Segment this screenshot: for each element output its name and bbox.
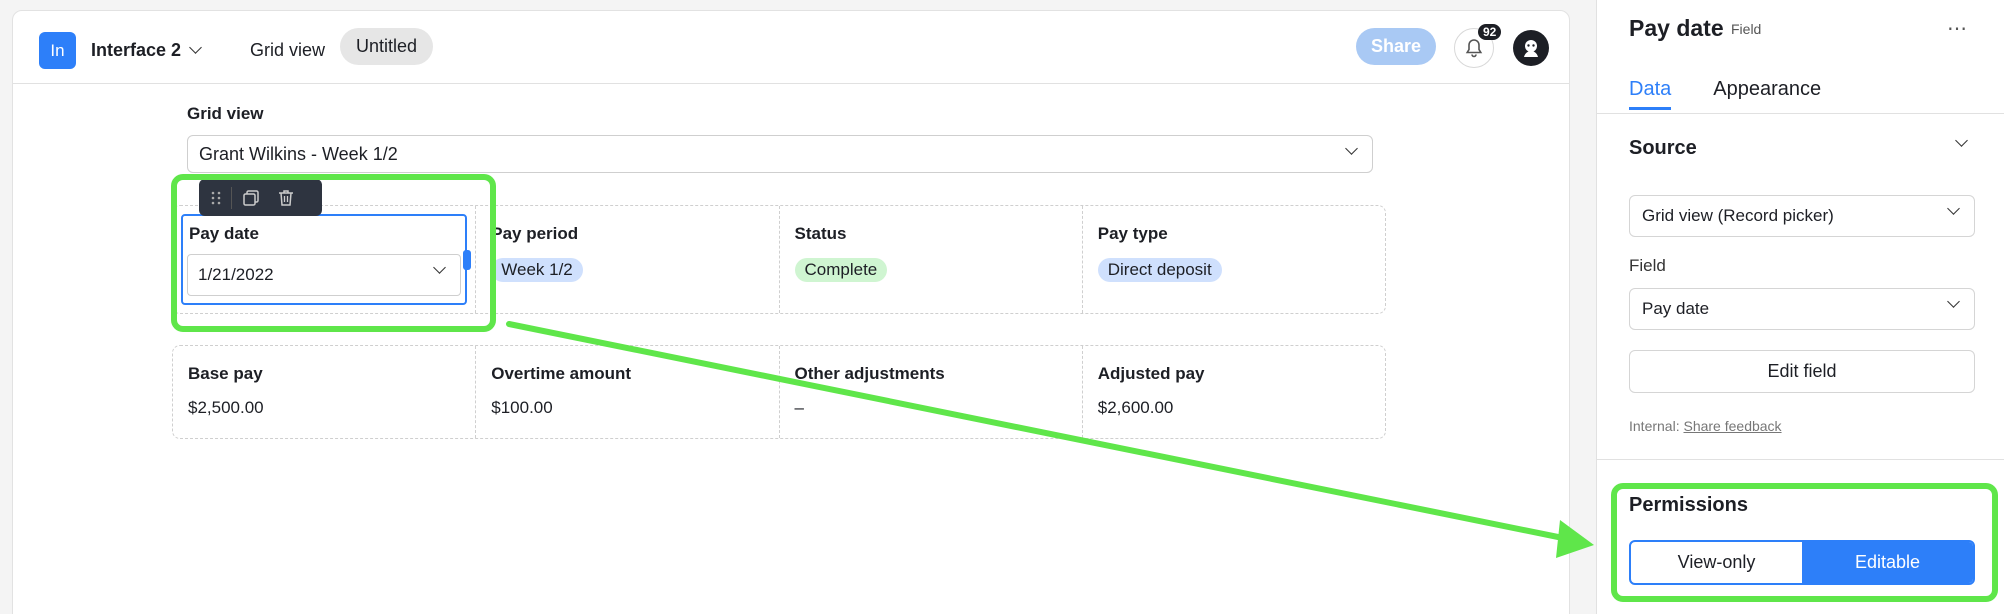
interface-name: Interface 2: [91, 39, 182, 60]
avatar[interactable]: [1513, 30, 1549, 66]
chevron-down-icon: [1947, 202, 1960, 215]
field-select-value: Pay date: [1642, 299, 1710, 318]
source-section-title: Source: [1629, 137, 1697, 159]
chevron-down-icon: [189, 40, 202, 54]
field-label: Field: [1629, 256, 1666, 275]
bell-icon: [1465, 39, 1483, 58]
notification-badge: 92: [1478, 24, 1502, 40]
element-toolbar: [199, 179, 322, 216]
share-feedback-link[interactable]: Share feedback: [1683, 418, 1781, 434]
source-select-value: Grid view (Record picker): [1642, 206, 1834, 225]
field-cell-pay-date[interactable]: Pay date 1/21/2022: [173, 206, 477, 313]
divider: [1597, 113, 2004, 114]
panel-subtitle: Field: [1731, 21, 1762, 37]
source-select[interactable]: Grid view (Record picker): [1629, 195, 1975, 237]
selected-field-pay-date[interactable]: Pay date 1/21/2022: [181, 214, 471, 305]
pay-type-pill: Direct deposit: [1097, 258, 1222, 282]
app-badge[interactable]: In: [39, 32, 76, 69]
tab-grid-view[interactable]: Grid view: [238, 35, 337, 65]
pay-date-value: 1/21/2022: [198, 265, 274, 284]
duplicate-icon[interactable]: [242, 189, 260, 207]
drag-handle-icon[interactable]: [211, 190, 221, 206]
share-button[interactable]: Share: [1356, 28, 1436, 65]
permissions-section-title: Permissions: [1629, 494, 1748, 516]
divider: [1597, 459, 2004, 460]
field-row: Base pay $2,500.00 Overtime amount $100.…: [172, 345, 1386, 439]
tab-data[interactable]: Data: [1629, 78, 1672, 110]
edit-field-button[interactable]: Edit field: [1629, 350, 1975, 393]
field-title: Pay type: [1097, 224, 1168, 243]
field-cell-other-adjustments[interactable]: Other adjustments –: [780, 346, 1083, 438]
field-value: $2,500.00: [188, 398, 264, 417]
field-title: Other adjustments: [794, 364, 945, 383]
field-title: Pay date: [189, 224, 259, 243]
field-title: Status: [794, 224, 847, 243]
top-bar: In Interface 2 Grid view Untitled Share …: [13, 11, 1569, 84]
record-picker-value: Grant Wilkins - Week 1/2: [199, 143, 398, 164]
properties-panel: Pay date Field ⋯ Data Appearance Source …: [1596, 0, 2004, 614]
field-cell-base-pay[interactable]: Base pay $2,500.00: [173, 346, 477, 438]
panel-tabs: Data Appearance: [1629, 78, 1821, 110]
resize-handle[interactable]: [463, 250, 471, 270]
chevron-down-icon: [1947, 295, 1960, 308]
field-value: $100.00: [491, 398, 553, 417]
field-cell-overtime[interactable]: Overtime amount $100.00: [476, 346, 780, 438]
more-options-icon[interactable]: ⋯: [1947, 16, 1968, 41]
chevron-down-icon: [1345, 142, 1358, 155]
internal-note: Internal: Share feedback: [1629, 418, 1782, 434]
field-cell-status[interactable]: Status Complete: [780, 206, 1083, 313]
panel-title: Pay date: [1629, 15, 1724, 41]
user-avatar-icon: [1524, 40, 1538, 57]
chevron-down-icon: [433, 261, 446, 274]
field-cell-adjusted-pay[interactable]: Adjusted pay $2,600.00: [1083, 346, 1385, 438]
record-picker[interactable]: Grant Wilkins - Week 1/2: [187, 135, 1373, 173]
field-cell-pay-period[interactable]: Pay period Week 1/2: [476, 206, 780, 313]
editable-option[interactable]: Editable: [1802, 542, 1973, 583]
internal-prefix: Internal:: [1629, 418, 1680, 434]
field-title: Adjusted pay: [1097, 364, 1205, 383]
field-row: Pay date 1/21/2022 Pay period Week 1/2 S…: [172, 205, 1386, 314]
field-title: Base pay: [188, 364, 263, 383]
field-title: Pay period: [491, 224, 579, 243]
grid-view-label: Grid view: [187, 104, 264, 123]
field-value: –: [794, 398, 804, 417]
interface-switcher[interactable]: Interface 2: [91, 35, 202, 65]
view-only-option[interactable]: View-only: [1631, 542, 1802, 583]
field-select[interactable]: Pay date: [1629, 288, 1975, 330]
permissions-toggle: View-only Editable: [1629, 540, 1975, 585]
trash-icon[interactable]: [278, 189, 294, 207]
pay-date-input[interactable]: 1/21/2022: [187, 254, 461, 296]
field-title: Overtime amount: [491, 364, 632, 383]
pay-period-pill: Week 1/2: [491, 258, 583, 282]
tab-appearance[interactable]: Appearance: [1713, 78, 1821, 110]
chevron-down-icon[interactable]: [1955, 134, 1968, 147]
tab-untitled[interactable]: Untitled: [340, 28, 434, 65]
field-value: $2,600.00: [1097, 398, 1174, 417]
field-cell-pay-type[interactable]: Pay type Direct deposit: [1083, 206, 1385, 313]
toolbar-divider: [231, 186, 232, 209]
status-badge: Complete: [794, 258, 888, 282]
